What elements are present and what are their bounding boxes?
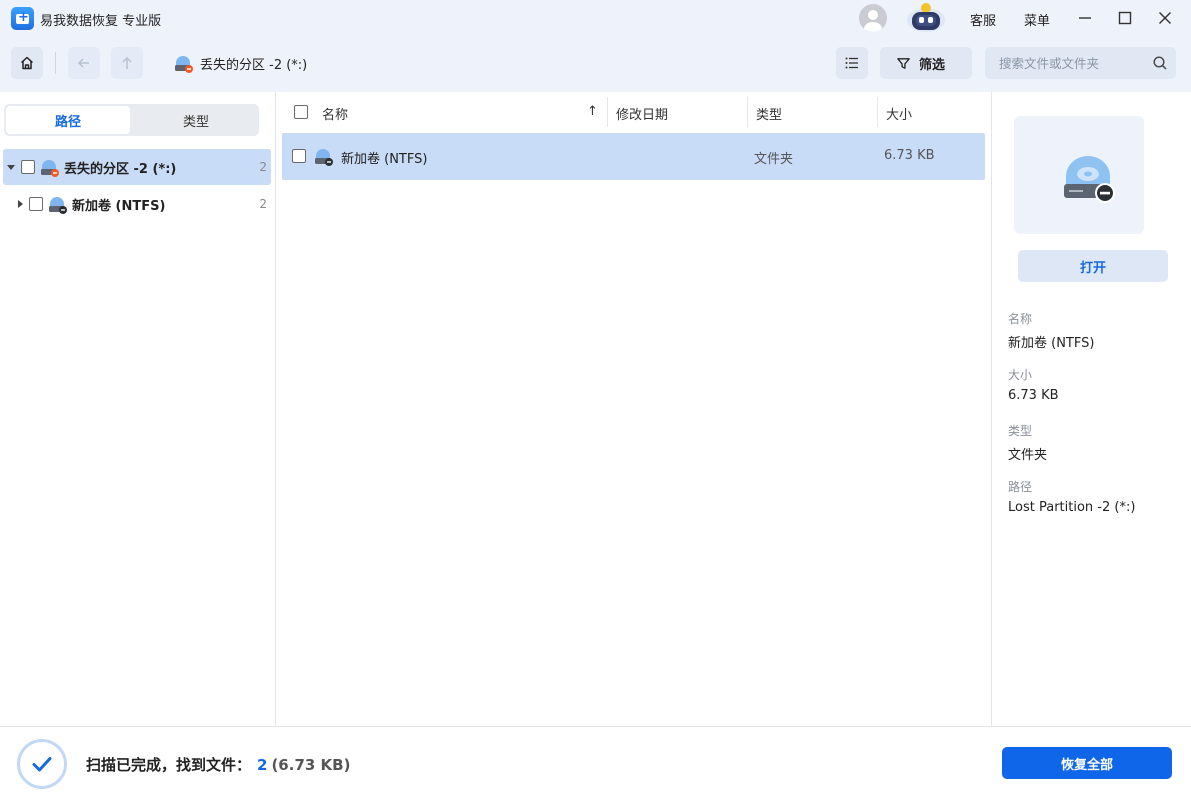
column-modified[interactable]: 修改日期: [616, 104, 668, 123]
drive-preview-icon: [1064, 156, 1115, 203]
row-type: 文件夹: [754, 152, 794, 167]
row-checkbox[interactable]: [292, 149, 306, 163]
lost-partition-icon: [175, 56, 193, 73]
row-name: 新加卷 (NTFS): [341, 152, 428, 167]
expand-arrow-icon[interactable]: [18, 200, 23, 208]
toolbar: 丢失的分区 -2 (*:) 筛选: [0, 36, 1191, 92]
sidebar: 路径 类型 丢失的分区 -2 (*:) 2 新加卷 (NTFS) 2: [0, 92, 276, 726]
scan-complete-badge: [17, 739, 67, 789]
collapse-arrow-icon[interactable]: [7, 164, 15, 170]
preview-box: [1014, 116, 1144, 234]
column-size[interactable]: 大小: [886, 104, 912, 123]
view-list-button[interactable]: [836, 47, 868, 79]
toolbar-separator: [55, 52, 56, 74]
scan-status: 扫描已完成，找到文件： 2 (6.73 KB): [86, 754, 350, 775]
select-all-checkbox[interactable]: [294, 105, 308, 119]
arrow-up-icon: [122, 56, 132, 69]
menu-link[interactable]: 菜单: [1024, 10, 1050, 29]
view-mode-tabs: 路径 类型: [4, 104, 259, 136]
support-link[interactable]: 客服: [970, 10, 996, 29]
tree-checkbox[interactable]: [21, 160, 35, 174]
row-size: 6.73 KB: [884, 148, 935, 163]
tree-item-lost-partition[interactable]: 丢失的分区 -2 (*:) 2: [3, 149, 271, 185]
file-list: 名称 ↑ 修改日期 类型 大小 新加卷 (NTFS) 文件夹 6.73 KB: [276, 92, 991, 726]
search-input[interactable]: [985, 47, 1145, 79]
up-button[interactable]: [111, 47, 143, 79]
app-window: 易我数据恢复 专业版 客服 菜单: [0, 0, 1191, 792]
tree-item-count: 2: [259, 160, 267, 174]
home-icon: [20, 56, 34, 70]
tree-item-label: 新加卷 (NTFS): [72, 198, 166, 214]
scan-status-text: 扫描已完成，找到文件：: [86, 756, 252, 774]
filter-icon: [897, 57, 910, 69]
status-bar: 扫描已完成，找到文件： 2 (6.73 KB) 恢复全部: [0, 726, 1191, 792]
found-count: 2: [257, 756, 268, 774]
detail-path-value: Lost Partition -2 (*:): [1008, 500, 1136, 515]
tree-item-count: 2: [259, 197, 267, 211]
home-button[interactable]: [11, 47, 43, 79]
app-title: 易我数据恢复 专业版: [40, 14, 162, 29]
column-type[interactable]: 类型: [756, 104, 782, 123]
search-box[interactable]: [985, 47, 1176, 79]
assistant-robot-icon[interactable]: [904, 2, 948, 34]
table-row[interactable]: 新加卷 (NTFS) 文件夹 6.73 KB: [282, 133, 985, 180]
user-avatar[interactable]: [859, 4, 887, 32]
detail-name-label: 名称: [1008, 312, 1033, 326]
maximize-icon[interactable]: [1113, 6, 1137, 30]
detail-size-label: 大小: [1008, 368, 1033, 382]
tab-type[interactable]: 类型: [134, 106, 258, 134]
column-divider[interactable]: [877, 97, 878, 127]
tab-path[interactable]: 路径: [6, 106, 130, 134]
drive-icon: [315, 149, 333, 166]
list-view-icon: [845, 57, 858, 69]
search-icon[interactable]: [1152, 55, 1168, 71]
filter-label: 筛选: [919, 57, 946, 73]
column-divider[interactable]: [747, 97, 748, 127]
open-button[interactable]: 打开: [1018, 250, 1168, 282]
arrow-left-icon: [77, 58, 89, 68]
breadcrumb: 丢失的分区 -2 (*:): [172, 52, 307, 74]
found-size: (6.73 KB): [271, 756, 351, 774]
minimize-icon[interactable]: [1073, 6, 1097, 30]
checkmark-icon: [32, 757, 52, 772]
lost-partition-icon: [41, 160, 59, 177]
back-button[interactable]: [68, 47, 100, 79]
tree-item-new-volume[interactable]: 新加卷 (NTFS) 2: [3, 186, 271, 222]
close-icon[interactable]: [1153, 6, 1177, 30]
column-name[interactable]: 名称: [322, 104, 348, 123]
recover-all-button[interactable]: 恢复全部: [1002, 747, 1172, 779]
filter-button[interactable]: 筛选: [880, 47, 972, 79]
detail-path-label: 路径: [1008, 480, 1033, 494]
detail-type-label: 类型: [1008, 424, 1033, 438]
detail-name-value: 新加卷 (NTFS): [1008, 336, 1095, 351]
detail-size-value: 6.73 KB: [1008, 388, 1059, 403]
column-header: 名称 ↑ 修改日期 类型 大小: [276, 92, 991, 133]
title-bar: 易我数据恢复 专业版 客服 菜单: [0, 0, 1191, 36]
column-divider[interactable]: [607, 97, 608, 127]
app-logo-icon: [11, 7, 34, 30]
tree-item-label: 丢失的分区 -2 (*:): [64, 161, 177, 177]
tree-checkbox[interactable]: [29, 197, 43, 211]
sort-arrow-icon[interactable]: ↑: [587, 104, 598, 119]
breadcrumb-label: 丢失的分区 -2 (*:): [200, 57, 308, 73]
details-panel: 打开 名称 新加卷 (NTFS) 大小 6.73 KB 类型 文件夹 路径 Lo…: [991, 92, 1191, 726]
detail-type-value: 文件夹: [1008, 448, 1048, 463]
drive-icon: [49, 197, 67, 214]
